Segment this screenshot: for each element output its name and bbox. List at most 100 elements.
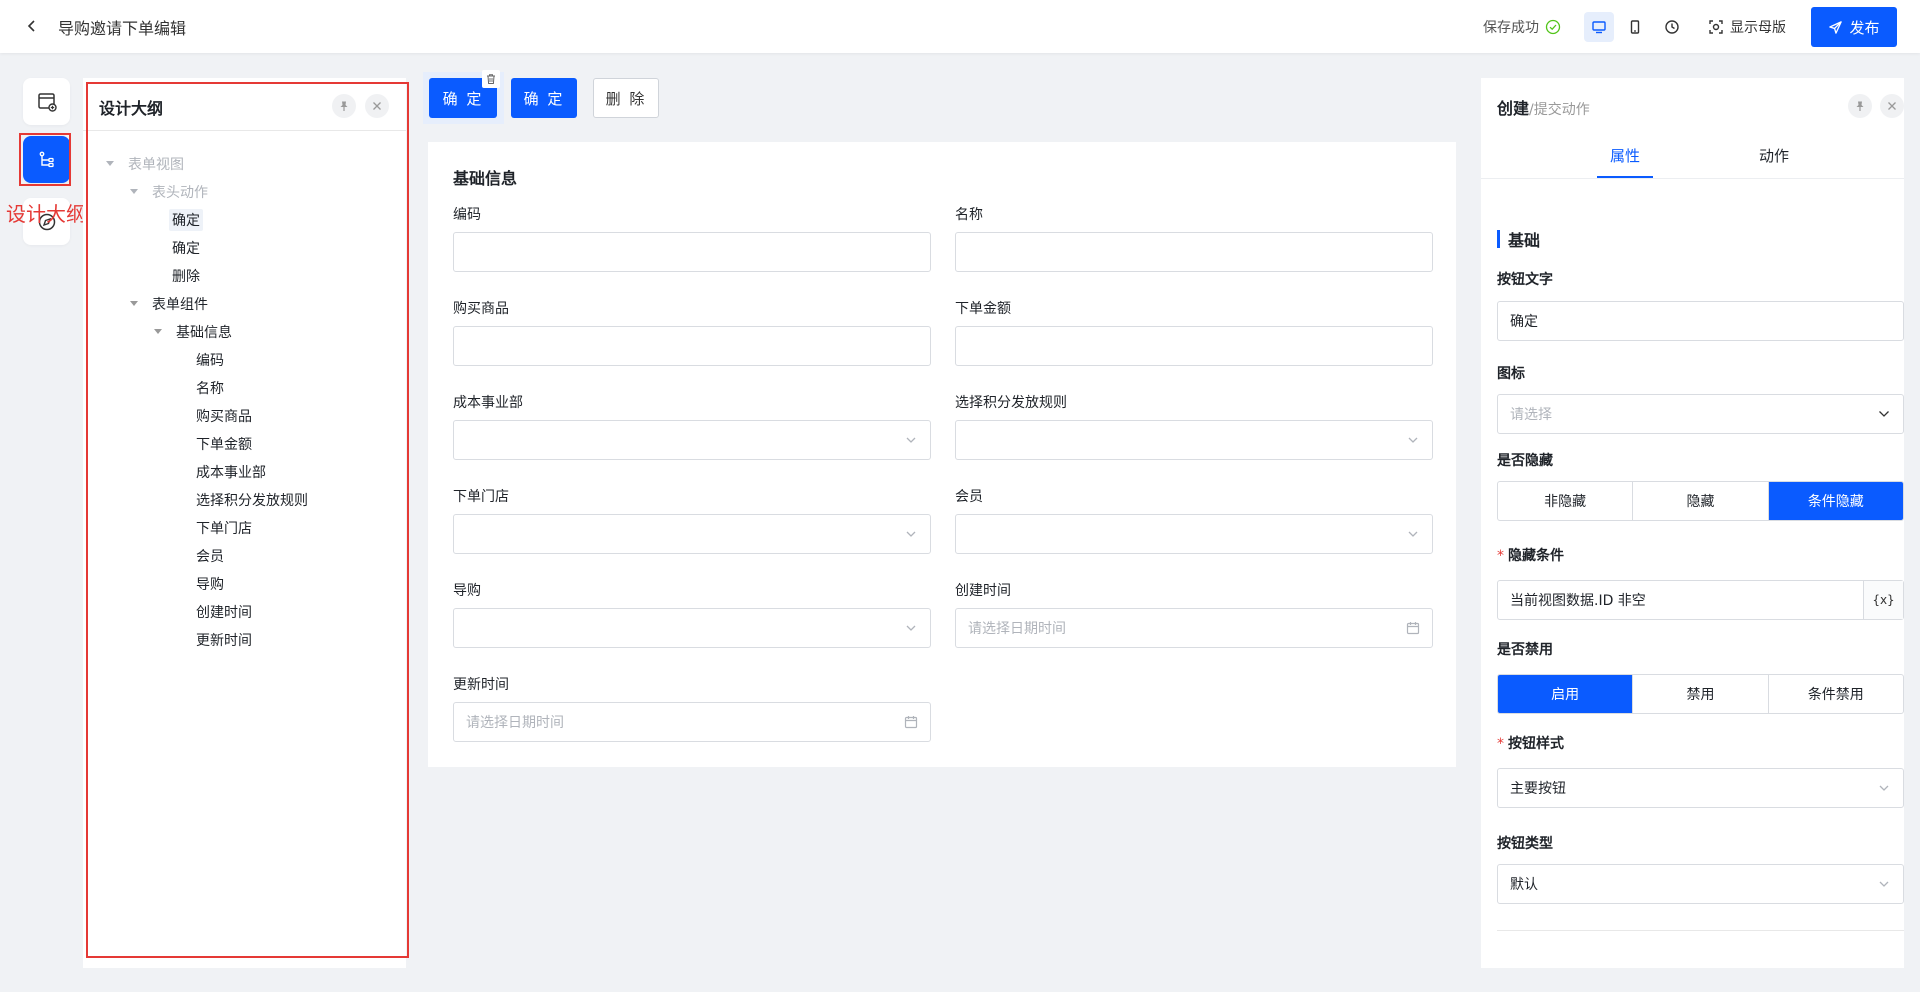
chevron-down-icon xyxy=(1406,527,1420,541)
show-master-button[interactable]: 显示母版 xyxy=(1708,12,1786,42)
tree-node-field[interactable]: 下单门店 xyxy=(193,516,255,540)
trash-icon xyxy=(487,74,495,84)
form-card: 基础信息 编码 名称 购买商品 下单金额 成本事业部 选择积分发放规则 下单门店… xyxy=(428,142,1456,767)
required-mark: * xyxy=(1497,548,1504,564)
page-title: 导购邀请下单编辑 xyxy=(58,19,187,38)
name-input[interactable] xyxy=(955,232,1433,272)
close-props-button[interactable] xyxy=(1880,94,1904,118)
delete-action-button[interactable] xyxy=(482,70,500,88)
updated-datetime-input[interactable]: 请选择日期时间 xyxy=(453,702,931,742)
tree-node-field[interactable]: 编码 xyxy=(193,348,227,372)
save-status-text: 保存成功 xyxy=(1483,20,1539,36)
button-style-select[interactable]: 主要按钮 xyxy=(1497,768,1904,808)
desktop-view-button[interactable] xyxy=(1584,12,1614,42)
tree-node-form-components[interactable]: 表单组件 xyxy=(129,292,211,316)
section-basic: 基础 xyxy=(1497,227,1540,251)
tree-label: 表单组件 xyxy=(152,297,208,313)
caret-down-icon xyxy=(129,299,139,309)
chevron-down-icon xyxy=(1877,781,1891,795)
tree-label: 会员 xyxy=(196,549,224,565)
button-text-input[interactable]: 确定 xyxy=(1497,301,1904,341)
tree-node-action-confirm-2[interactable]: 确定 xyxy=(169,236,203,260)
props-title-sub: /提交动作 xyxy=(1529,102,1590,118)
icon-select[interactable]: 请选择 xyxy=(1497,394,1904,434)
top-bar: 导购邀请下单编辑 保存成功 显示母版 发布 xyxy=(0,0,1920,53)
tree-label: 表单视图 xyxy=(128,157,184,173)
disabled-option-conditional[interactable]: 条件禁用 xyxy=(1769,675,1903,713)
guide-select[interactable] xyxy=(453,608,931,648)
dept-select[interactable] xyxy=(453,420,931,460)
highlight-box-rail xyxy=(19,133,71,186)
label-name: 名称 xyxy=(955,207,983,223)
tree-label: 编码 xyxy=(196,353,224,369)
tree-node-field[interactable]: 成本事业部 xyxy=(193,460,269,484)
tree-node-field[interactable]: 会员 xyxy=(193,544,227,568)
active-tab-indicator xyxy=(1597,176,1653,178)
tree-node-field[interactable]: 更新时间 xyxy=(193,628,255,652)
product-input[interactable] xyxy=(453,326,931,366)
mobile-icon xyxy=(1630,20,1640,34)
tree-node-basic-info[interactable]: 基础信息 xyxy=(153,320,235,344)
store-select[interactable] xyxy=(453,514,931,554)
back-icon[interactable] xyxy=(20,14,44,38)
save-status: 保存成功 xyxy=(1483,17,1561,37)
tree-label: 确定 xyxy=(169,209,203,231)
style-label-text: 按钮样式 xyxy=(1508,736,1564,752)
expression-editor-button[interactable]: {x} xyxy=(1863,581,1903,619)
section-bar xyxy=(1497,230,1500,248)
tree-node-header-actions[interactable]: 表头动作 xyxy=(129,180,211,204)
required-mark: * xyxy=(1497,736,1504,752)
tree-node-field[interactable]: 选择积分发放规则 xyxy=(193,488,311,512)
code-input[interactable] xyxy=(453,232,931,272)
disabled-option-enabled[interactable]: 启用 xyxy=(1498,675,1634,713)
condition-expression-input[interactable]: 当前视图数据.ID 非空 xyxy=(1498,581,1863,619)
outline-divider xyxy=(83,130,406,131)
delete-button[interactable]: 删 除 xyxy=(593,78,659,118)
tree-node-field[interactable]: 名称 xyxy=(193,376,227,400)
tree-node-field[interactable]: 购买商品 xyxy=(193,404,255,428)
hidden-segmented: 非隐藏 隐藏 条件隐藏 xyxy=(1497,481,1904,521)
button-type-select[interactable]: 默认 xyxy=(1497,864,1904,904)
tree-node-field[interactable]: 创建时间 xyxy=(193,600,255,624)
props-title-main: 创建 xyxy=(1497,99,1530,118)
tree-node-form-view[interactable]: 表单视图 xyxy=(105,152,187,176)
section-title: 基础信息 xyxy=(453,169,518,188)
tab-properties[interactable]: 属性 xyxy=(1610,145,1640,166)
section-basic-title: 基础 xyxy=(1508,231,1541,250)
close-icon xyxy=(1888,102,1896,110)
rail-page-button[interactable] xyxy=(23,78,70,125)
hidden-option-conditional[interactable]: 条件隐藏 xyxy=(1768,482,1903,520)
mobile-view-button[interactable] xyxy=(1620,12,1650,42)
tree-node-field[interactable]: 下单金额 xyxy=(193,432,255,456)
frame-icon xyxy=(1709,20,1723,34)
send-icon xyxy=(1829,20,1843,34)
amount-input[interactable] xyxy=(955,326,1433,366)
created-datetime-input[interactable]: 请选择日期时间 xyxy=(955,608,1433,648)
disabled-segmented: 启用 禁用 条件禁用 xyxy=(1497,674,1904,714)
rule-select[interactable] xyxy=(955,420,1433,460)
tree-label: 更新时间 xyxy=(196,633,252,649)
pin-button[interactable] xyxy=(1848,94,1872,118)
hidden-option-visible[interactable]: 非隐藏 xyxy=(1498,482,1634,520)
close-outline-button[interactable] xyxy=(365,94,389,118)
hidden-option-hidden[interactable]: 隐藏 xyxy=(1633,482,1769,520)
check-circle-icon xyxy=(1545,19,1561,35)
member-select[interactable] xyxy=(955,514,1433,554)
tree-label: 选择积分发放规则 xyxy=(196,493,308,509)
tree-label: 创建时间 xyxy=(196,605,252,621)
pin-button[interactable] xyxy=(332,94,356,118)
caret-down-icon xyxy=(105,159,115,169)
caret-down-icon xyxy=(129,187,139,197)
tree-label: 购买商品 xyxy=(196,409,252,425)
confirm-button-2[interactable]: 确 定 xyxy=(511,78,577,118)
publish-button[interactable]: 发布 xyxy=(1811,7,1897,47)
label-dept: 成本事业部 xyxy=(453,395,523,411)
tree-node-action-delete[interactable]: 删除 xyxy=(169,264,203,288)
disabled-option-disabled[interactable]: 禁用 xyxy=(1633,675,1769,713)
tab-divider xyxy=(1481,178,1904,179)
tree-node-field[interactable]: 导购 xyxy=(193,572,227,596)
tree-node-action-confirm-1[interactable]: 确定 xyxy=(169,208,203,232)
condition-label-text: 隐藏条件 xyxy=(1508,548,1564,564)
history-button[interactable] xyxy=(1657,12,1687,42)
tab-actions[interactable]: 动作 xyxy=(1759,145,1789,166)
